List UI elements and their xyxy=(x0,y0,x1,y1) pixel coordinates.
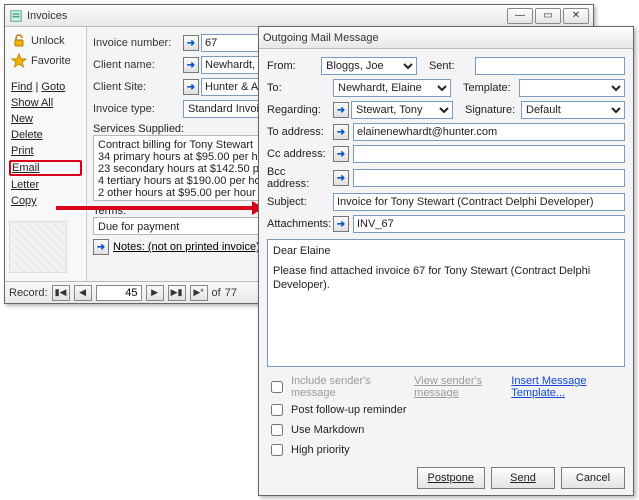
invoices-app-icon xyxy=(9,9,23,23)
chk-followup-label: Post follow-up reminder xyxy=(291,404,407,416)
mail-to-label: To: xyxy=(267,82,329,94)
sidebar-unlock-label: Unlock xyxy=(31,35,65,47)
mail-sent-field[interactable] xyxy=(475,57,625,75)
mail-regarding-select[interactable]: Stewart, Tony xyxy=(351,101,453,119)
lock-icon xyxy=(11,33,27,49)
record-of-label: of xyxy=(212,287,221,299)
mail-bcc-field[interactable] xyxy=(353,169,625,187)
record-total: 77 xyxy=(225,287,237,299)
mail-attach-label: Attachments: xyxy=(267,218,329,230)
link-insert-template[interactable]: Insert Message Template... xyxy=(511,375,586,399)
invoices-title: Invoices xyxy=(27,10,507,22)
chk-high-priority-label: High priority xyxy=(291,444,350,456)
link-view-sender: View sender's message xyxy=(414,375,511,399)
record-first-button[interactable]: ▮◀ xyxy=(52,285,70,301)
record-prev-button[interactable]: ◀ xyxy=(74,285,92,301)
sidebar-link-letter[interactable]: Letter xyxy=(9,177,82,193)
notes-picker-icon[interactable]: ➜ xyxy=(93,239,109,255)
client-name-label: Client name: xyxy=(93,59,179,71)
record-new-button[interactable]: ▶* xyxy=(190,285,208,301)
mail-bcc-picker-icon[interactable]: ➜ xyxy=(333,170,349,186)
mail-attach-field[interactable] xyxy=(353,215,625,233)
sidebar-link-email[interactable]: Email xyxy=(9,160,82,176)
mail-cc-picker-icon[interactable]: ➜ xyxy=(333,146,349,162)
mail-regarding-picker-icon[interactable]: ➜ xyxy=(333,102,349,118)
mail-body-textarea[interactable]: Dear Elaine Please find attached invoice… xyxy=(267,239,625,367)
invoice-number-picker-icon[interactable]: ➜ xyxy=(183,35,199,51)
mail-signature-label: Signature: xyxy=(465,104,517,116)
mail-toaddr-field[interactable] xyxy=(353,123,625,141)
invoice-type-label: Invoice type: xyxy=(93,103,179,115)
mail-attach-picker-icon[interactable]: ➜ xyxy=(333,216,349,232)
mail-subject-label: Subject: xyxy=(267,196,329,208)
mail-body-greeting: Dear Elaine xyxy=(273,244,619,258)
client-site-label: Client Site: xyxy=(93,81,179,93)
client-name-picker-icon[interactable]: ➜ xyxy=(183,57,199,73)
send-button[interactable]: Send xyxy=(491,467,555,489)
mail-titlebar[interactable]: Outgoing Mail Message xyxy=(259,27,633,49)
sidebar-link-delete[interactable]: Delete xyxy=(9,127,82,143)
chk-markdown-box[interactable] xyxy=(271,424,283,436)
mail-cc-label: Cc address: xyxy=(267,148,329,160)
record-last-button[interactable]: ▶▮ xyxy=(168,285,186,301)
mail-body-text: Please find attached invoice 67 for Tony… xyxy=(273,264,619,292)
mail-signature-select[interactable]: Default xyxy=(521,101,625,119)
sidebar-link-copy[interactable]: Copy xyxy=(9,193,82,209)
close-button[interactable]: ✕ xyxy=(563,8,589,24)
sidebar-favorite[interactable]: Favorite xyxy=(9,51,82,71)
mail-toaddr-picker-icon[interactable]: ➜ xyxy=(333,124,349,140)
invoice-number-label: Invoice number: xyxy=(93,37,179,49)
mail-regarding-label: Regarding: xyxy=(267,104,329,116)
mail-footer: Include sender's message View sender's m… xyxy=(267,367,625,489)
record-label: Record: xyxy=(9,287,48,299)
mail-title: Outgoing Mail Message xyxy=(263,32,629,44)
star-icon xyxy=(11,53,27,69)
invoice-number-field[interactable] xyxy=(201,34,261,52)
record-next-button[interactable]: ▶ xyxy=(146,285,164,301)
mail-from-select[interactable]: Bloggs, Joe xyxy=(321,57,417,75)
client-site-picker-icon[interactable]: ➜ xyxy=(183,79,199,95)
mail-cc-field[interactable] xyxy=(353,145,625,163)
mail-to-select[interactable]: Newhardt, Elaine xyxy=(333,79,451,97)
chk-followup-box[interactable] xyxy=(271,404,283,416)
mail-subject-field[interactable] xyxy=(333,193,625,211)
sidebar-watermark-icon xyxy=(9,221,67,273)
mail-bcc-label: Bcc address: xyxy=(267,166,329,190)
invoices-titlebar[interactable]: Invoices — ▭ ✕ xyxy=(5,5,593,27)
sidebar-link-new[interactable]: New xyxy=(9,111,82,127)
mail-from-label: From: xyxy=(267,60,317,72)
sidebar-unlock[interactable]: Unlock xyxy=(9,31,82,51)
sidebar-link-print[interactable]: Print xyxy=(9,143,82,159)
postpone-button[interactable]: Postpone xyxy=(417,467,485,489)
chk-markdown[interactable]: Use Markdown xyxy=(267,421,511,439)
mail-template-label: Template: xyxy=(463,82,515,94)
chk-followup[interactable]: Post follow-up reminder xyxy=(267,401,511,419)
mail-sent-label: Sent: xyxy=(429,60,471,72)
cancel-button[interactable]: Cancel xyxy=(561,467,625,489)
mail-toaddr-label: To address: xyxy=(267,126,329,138)
chk-include-sender-label: Include sender's message xyxy=(291,375,398,399)
maximize-button[interactable]: ▭ xyxy=(535,8,561,24)
mail-window: Outgoing Mail Message From: Bloggs, Joe … xyxy=(258,26,634,496)
invoices-sidebar: Unlock Favorite Find | Goto Show All New… xyxy=(5,27,87,281)
chk-include-sender[interactable]: Include sender's message View sender's m… xyxy=(267,375,511,399)
chk-high-priority[interactable]: High priority xyxy=(267,441,511,459)
sidebar-favorite-label: Favorite xyxy=(31,55,71,67)
sidebar-link-showall[interactable]: Show All xyxy=(9,95,82,111)
chk-markdown-label: Use Markdown xyxy=(291,424,364,436)
notes-label: Notes: (not on printed invoice) xyxy=(113,241,260,253)
record-position-field[interactable] xyxy=(96,285,142,301)
chk-high-priority-box[interactable] xyxy=(271,444,283,456)
sidebar-link-find-goto[interactable]: Find | Goto xyxy=(9,79,82,95)
chk-include-sender-box[interactable] xyxy=(271,381,283,393)
minimize-button[interactable]: — xyxy=(507,8,533,24)
mail-template-select[interactable] xyxy=(519,79,625,97)
